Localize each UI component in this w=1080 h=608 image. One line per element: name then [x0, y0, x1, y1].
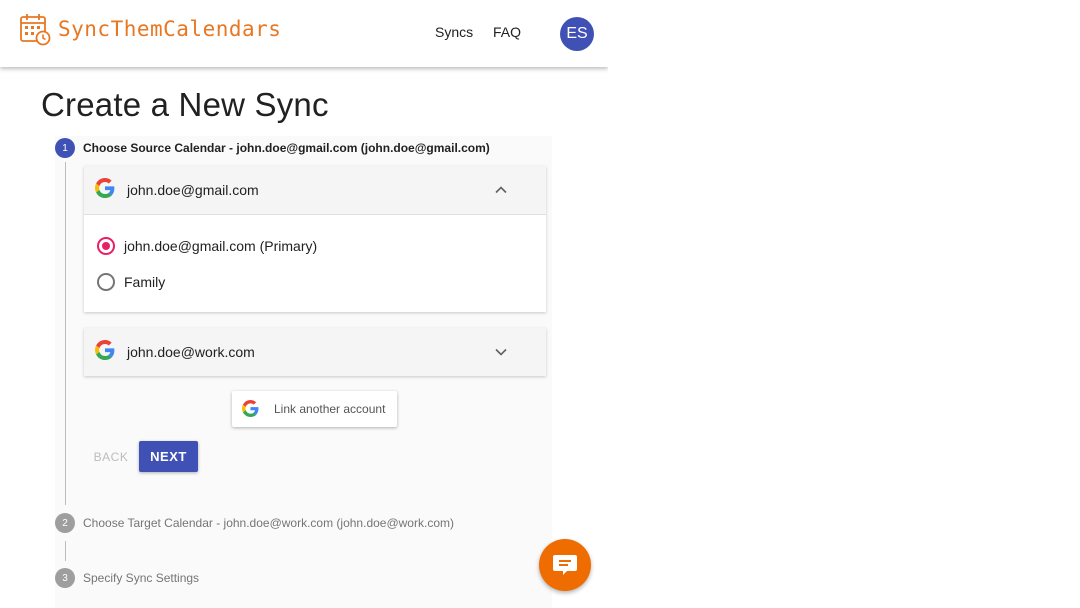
- account-name: john.doe@gmail.com: [127, 182, 259, 198]
- nav-syncs-link[interactable]: Syncs: [435, 24, 473, 40]
- step-3-indicator: 3: [55, 568, 75, 588]
- link-account-button[interactable]: Link another account: [232, 391, 397, 427]
- calendar-clock-icon: [20, 14, 51, 46]
- radio-unchecked-icon[interactable]: [97, 273, 115, 291]
- account-panel-header[interactable]: john.doe@gmail.com: [84, 166, 546, 214]
- google-logo-icon: [95, 178, 115, 198]
- app-viewport: SyncThemCalendars Syncs FAQ ES Create a …: [0, 0, 608, 608]
- chat-button[interactable]: [539, 539, 591, 591]
- step-1-indicator: 1: [55, 138, 75, 158]
- user-avatar[interactable]: ES: [560, 17, 594, 51]
- google-logo-icon: [242, 400, 259, 417]
- nav-faq-link[interactable]: FAQ: [493, 24, 521, 40]
- step-1-label[interactable]: Choose Source Calendar - john.doe@gmail.…: [83, 141, 490, 155]
- step-2-indicator: 2: [55, 513, 75, 533]
- step-3-label[interactable]: Specify Sync Settings: [83, 571, 199, 585]
- account-panel-work: john.doe@work.com: [84, 328, 546, 376]
- calendar-option-primary[interactable]: john.doe@gmail.com (Primary): [97, 237, 317, 255]
- calendar-option-label: Family: [124, 274, 166, 290]
- chat-bubble-icon: [553, 555, 577, 575]
- step-connector: [65, 541, 66, 561]
- account-panel-header[interactable]: john.doe@work.com: [84, 328, 546, 376]
- account-panel-gmail: john.doe@gmail.com john.doe@gmail.com (P…: [84, 166, 546, 312]
- google-logo-icon: [95, 340, 115, 360]
- account-name: john.doe@work.com: [127, 344, 255, 360]
- calendar-option-label: john.doe@gmail.com (Primary): [124, 238, 318, 254]
- link-account-label: Link another account: [274, 402, 386, 416]
- calendar-option-family[interactable]: Family: [97, 273, 165, 291]
- step-connector: [65, 162, 66, 505]
- brand-name: SyncThemCalendars: [58, 17, 282, 41]
- calendar-list: john.doe@gmail.com (Primary) Family: [84, 214, 546, 312]
- chevron-down-icon[interactable]: [494, 345, 508, 359]
- page-title: Create a New Sync: [41, 86, 329, 123]
- next-button[interactable]: NEXT: [139, 441, 198, 472]
- chevron-up-icon[interactable]: [494, 183, 508, 197]
- step-2-label[interactable]: Choose Target Calendar - john.doe@work.c…: [83, 516, 454, 530]
- app-header: SyncThemCalendars Syncs FAQ ES: [0, 0, 608, 67]
- back-button[interactable]: BACK: [84, 441, 138, 472]
- brand-logo[interactable]: SyncThemCalendars: [19, 12, 281, 46]
- radio-checked-icon[interactable]: [97, 237, 115, 255]
